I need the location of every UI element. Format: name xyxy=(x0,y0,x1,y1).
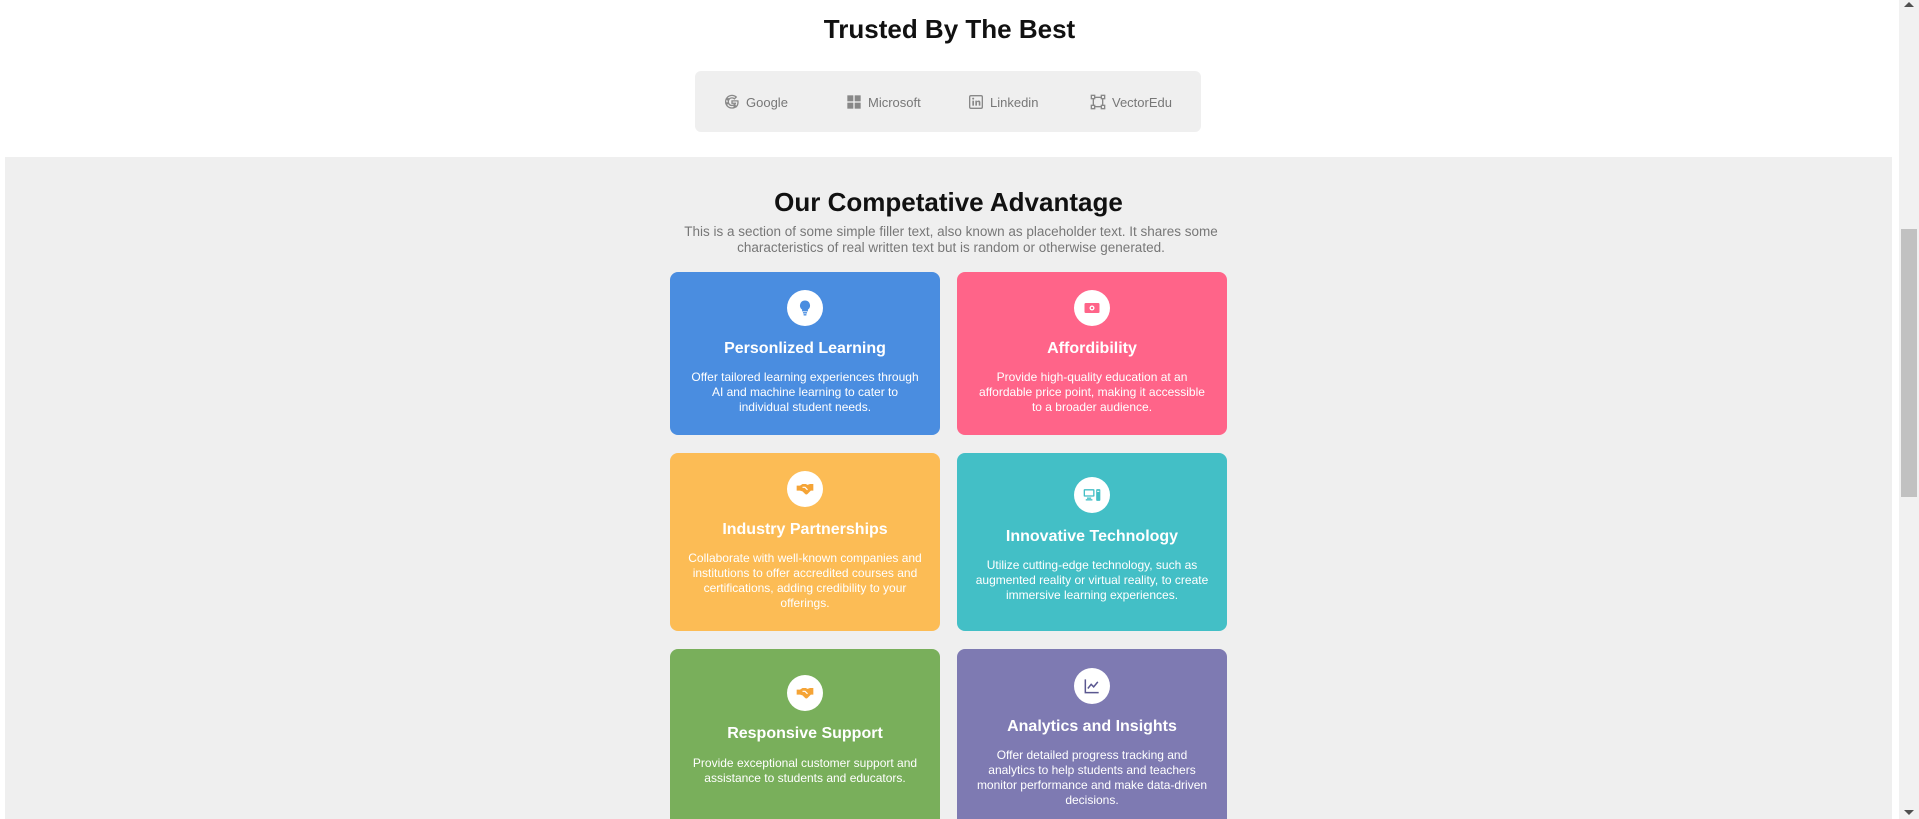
scroll-down-arrow-icon[interactable] xyxy=(1904,810,1914,815)
feature-card-analytics-insights: Analytics and Insights Offer detailed pr… xyxy=(957,649,1227,819)
chart-line-icon xyxy=(1074,668,1110,704)
feature-card-innovative-technology: Innovative Technology Utilize cutting-ed… xyxy=(957,453,1227,631)
advantage-section: Our Competative Advantage This is a sect… xyxy=(5,157,1892,819)
card-title: Innovative Technology xyxy=(1005,528,1179,545)
scrollbar-thumb[interactable] xyxy=(1901,229,1917,497)
logo-label: Linkedin xyxy=(990,94,1039,110)
handshake-icon xyxy=(787,471,823,507)
card-title: Industry Partnerships xyxy=(722,521,888,538)
linkedin-icon xyxy=(968,94,984,110)
card-title: Analytics and Insights xyxy=(1007,718,1177,735)
advantage-subtitle: This is a section of some simple filler … xyxy=(684,224,1218,255)
logo-label: VectorEdu xyxy=(1112,94,1172,110)
feature-card-industry-partnerships: Industry Partnerships Collaborate with w… xyxy=(670,453,940,631)
feature-card-responsive-support: Responsive Support Provide exceptional c… xyxy=(670,649,940,819)
advantage-title: Our Competative Advantage xyxy=(774,187,1123,217)
card-text: Provide exceptional customer support and… xyxy=(692,756,918,785)
microsoft-icon xyxy=(846,94,862,110)
card-text: Provide high-quality education at an aff… xyxy=(979,370,1205,414)
computer-icon xyxy=(1074,477,1110,513)
google-icon xyxy=(724,94,740,110)
logo-label: Microsoft xyxy=(868,94,921,110)
feature-card-personalized-learning: Personlized Learning Offer tailored lear… xyxy=(670,272,940,435)
logo-label: Google xyxy=(746,94,788,110)
trusted-title: Trusted By The Best xyxy=(823,14,1076,44)
vertical-scrollbar[interactable] xyxy=(1899,0,1919,819)
card-text: Offer tailored learning experiences thro… xyxy=(691,370,919,414)
card-text: Utilize cutting-edge technology, such as… xyxy=(975,558,1209,602)
logo-google[interactable]: Google xyxy=(724,92,788,112)
money-icon xyxy=(1074,290,1110,326)
trusted-section: Trusted By The Best Google Microsoft Lin… xyxy=(0,0,1899,157)
lightbulb-icon xyxy=(787,290,823,326)
logo-linkedin[interactable]: Linkedin xyxy=(968,92,1038,112)
logo-vectoredu[interactable]: VectorEdu xyxy=(1090,92,1172,112)
vector-icon xyxy=(1090,94,1106,110)
scroll-up-arrow-icon[interactable] xyxy=(1904,2,1914,7)
card-text: Offer detailed progress tracking and ana… xyxy=(976,748,1208,807)
card-title: Personlized Learning xyxy=(724,340,886,357)
feature-card-affordability: Affordibility Provide high-quality educa… xyxy=(957,272,1227,435)
handshake-icon xyxy=(787,675,823,711)
card-title: Affordibility xyxy=(1047,340,1137,357)
card-title: Responsive Support xyxy=(727,725,883,742)
partner-logo-bar: Google Microsoft Linkedin VectorEdu xyxy=(695,71,1201,132)
card-text: Collaborate with well-known companies an… xyxy=(688,551,922,610)
logo-microsoft[interactable]: Microsoft xyxy=(846,92,921,112)
page: Trusted By The Best Google Microsoft Lin… xyxy=(0,0,1899,819)
